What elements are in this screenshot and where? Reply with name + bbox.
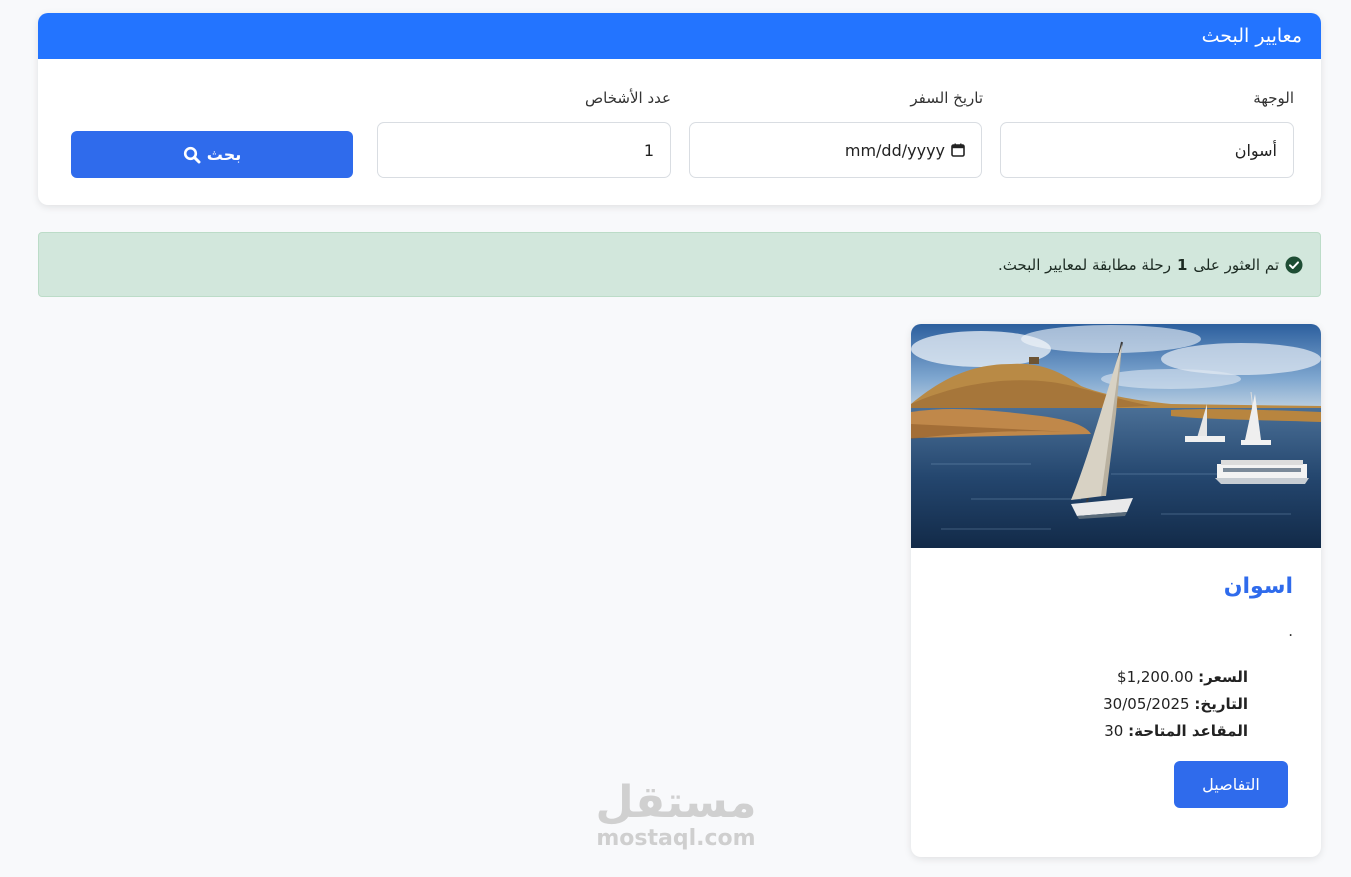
travel-date-input[interactable]: mm/dd/yyyy: [689, 122, 982, 178]
trip-info: السعر: 1,200.00$ التاريخ: 30/05/2025 الم…: [1103, 664, 1248, 745]
watermark-latin: mostaql.com: [596, 826, 756, 851]
trip-title[interactable]: اسوان: [1224, 574, 1293, 599]
people-count-value: 1: [643, 140, 654, 160]
destination-label: الوجهة: [1253, 89, 1294, 107]
seats-label: المقاعد المتاحة:: [1128, 722, 1248, 740]
price-row: السعر: 1,200.00$: [1103, 664, 1248, 691]
search-card: معايير البحث الوجهة أسوان تاريخ السفر mm…: [38, 13, 1321, 205]
search-button-label: بحث: [206, 145, 242, 164]
date-value: 30/05/2025: [1103, 695, 1190, 713]
travel-date-label: تاريخ السفر: [910, 89, 983, 107]
seats-value: 30: [1104, 722, 1124, 740]
travel-date-placeholder: mm/dd/yyyy: [844, 140, 945, 160]
trip-image: [911, 324, 1321, 548]
calendar-icon[interactable]: [951, 143, 965, 157]
alert-text-before: تم العثور على: [1193, 255, 1279, 274]
people-count-input[interactable]: 1: [377, 122, 671, 178]
trip-description: .: [1288, 622, 1293, 640]
price-label: السعر:: [1198, 668, 1248, 686]
results-alert: تم العثور على 1 رحلة مطابقة لمعايير البح…: [38, 232, 1321, 297]
search-icon: [183, 146, 201, 164]
search-button[interactable]: بحث: [71, 131, 353, 178]
trip-card: اسوان . السعر: 1,200.00$ التاريخ: 30/05/…: [911, 324, 1321, 857]
page: معايير البحث الوجهة أسوان تاريخ السفر mm…: [0, 0, 1351, 877]
date-row: التاريخ: 30/05/2025: [1103, 691, 1248, 718]
check-circle-icon: [1285, 256, 1303, 274]
search-header: معايير البحث: [38, 13, 1321, 59]
search-header-title: معايير البحث: [1201, 25, 1302, 47]
alert-text-after: رحلة مطابقة لمعايير البحث.: [997, 255, 1171, 274]
people-count-label: عدد الأشخاص: [585, 89, 671, 107]
seats-row: المقاعد المتاحة: 30: [1103, 718, 1248, 745]
search-form: الوجهة أسوان تاريخ السفر mm/dd/yyyy عدد …: [38, 59, 1321, 205]
destination-input[interactable]: أسوان: [1000, 122, 1294, 178]
watermark-logo: مستقل mostaql.com: [591, 780, 761, 860]
alert-count: 1: [1176, 255, 1188, 274]
watermark-arabic: مستقل: [595, 777, 757, 828]
date-label: التاريخ:: [1194, 695, 1248, 713]
price-value: 1,200.00$: [1117, 668, 1194, 686]
destination-value: أسوان: [1234, 140, 1277, 160]
details-button[interactable]: التفاصيل: [1174, 761, 1288, 808]
